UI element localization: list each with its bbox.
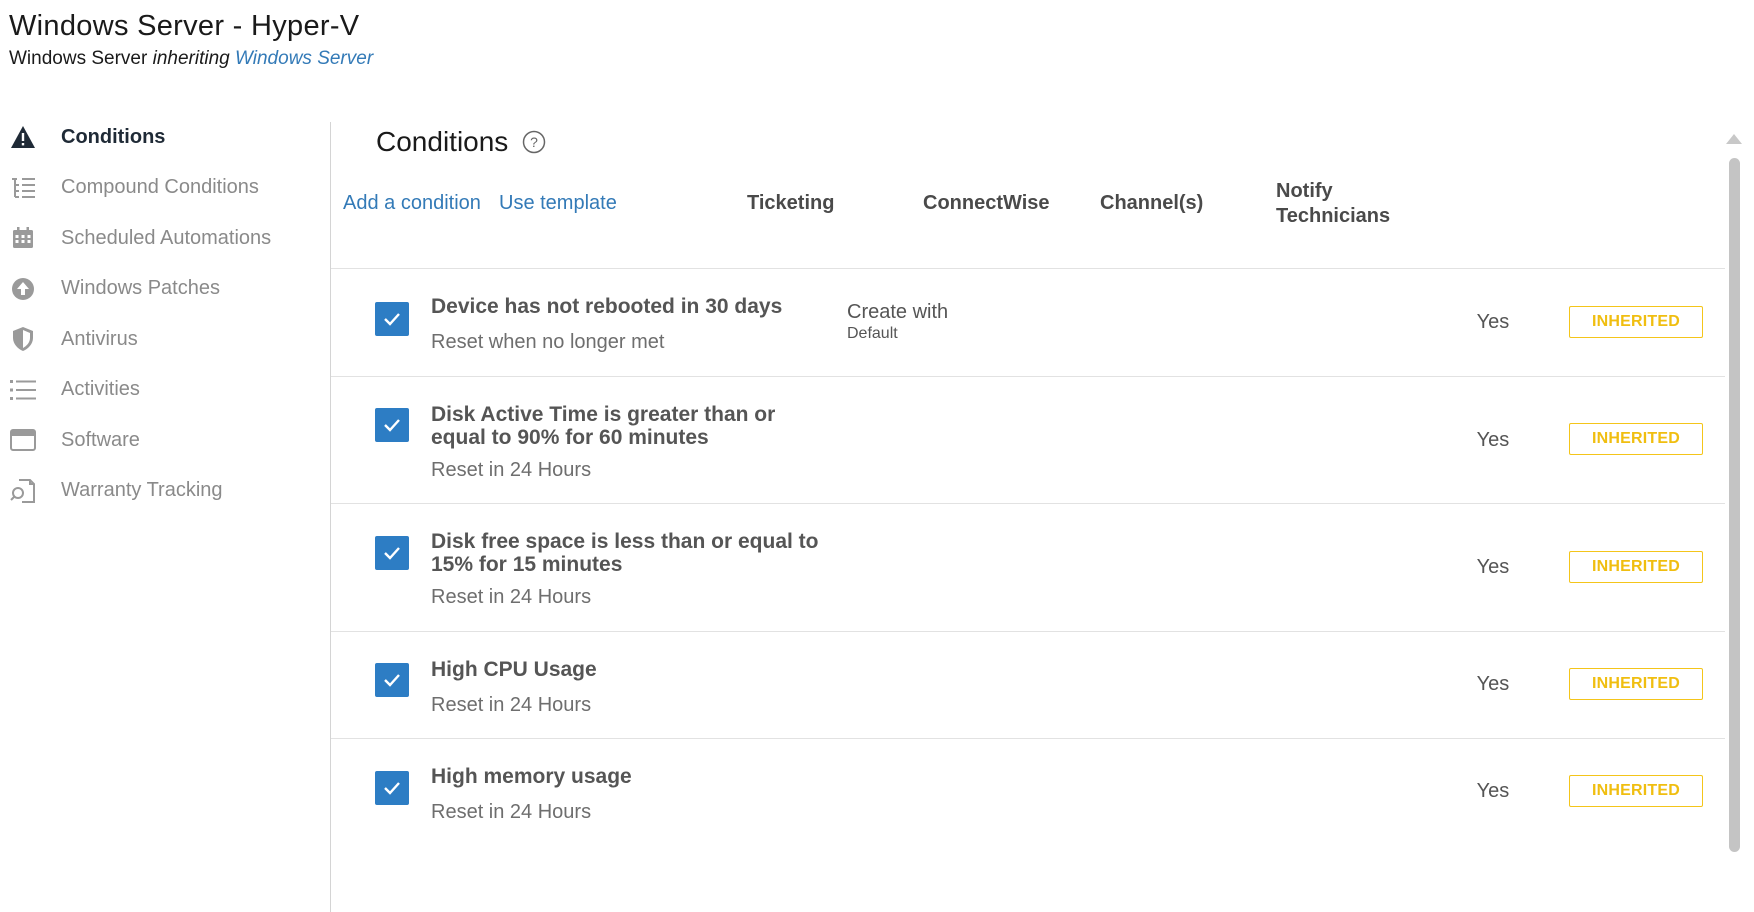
inherited-badge: INHERITED	[1569, 423, 1703, 455]
sidebar-item-antivirus[interactable]: Antivirus	[0, 314, 330, 365]
sidebar-item-label: Antivirus	[61, 327, 138, 350]
check-icon	[384, 419, 400, 432]
section-title: Conditions	[376, 126, 509, 157]
tree-list-icon	[9, 174, 37, 202]
table-header: Add a condition Use template Ticketing C…	[331, 180, 1726, 272]
table-row[interactable]: High CPU Usage Reset in 24 Hours Yes INH…	[331, 631, 1725, 738]
column-notify-technicians: Notify Technicians	[1276, 179, 1390, 229]
list-icon	[9, 376, 37, 404]
parent-policy-link[interactable]: Windows Server	[235, 48, 373, 69]
document-search-icon	[9, 477, 37, 505]
check-icon	[384, 547, 400, 560]
page-title: Windows Server - Hyper-V	[9, 10, 360, 42]
ticketing-sub: Default	[847, 325, 898, 342]
sidebar-item-label: Scheduled Automations	[61, 226, 272, 249]
sidebar-item-label: Compound Conditions	[61, 176, 259, 199]
condition-name[interactable]: Device has not rebooted in 30 days	[431, 295, 821, 318]
notify-value: Yes	[1476, 673, 1510, 695]
shield-icon	[9, 325, 37, 353]
scroll-up-arrow[interactable]	[1726, 134, 1742, 144]
condition-reset: Reset in 24 Hours	[431, 586, 592, 608]
notify-value: Yes	[1476, 780, 1510, 802]
sidebar-item-activities[interactable]: Activities	[0, 365, 330, 416]
condition-reset: Reset in 24 Hours	[431, 459, 592, 481]
condition-reset: Reset in 24 Hours	[431, 694, 592, 716]
sidebar-item-windows-patches[interactable]: Windows Patches	[0, 264, 330, 315]
condition-name[interactable]: Disk free space is less than or equal to…	[431, 530, 821, 576]
page-subtitle: Windows Server inheriting Windows Server	[9, 48, 373, 70]
add-condition-link[interactable]: Add a condition	[343, 192, 481, 215]
subtitle-inheriting: inheriting	[152, 48, 230, 69]
svg-text:?: ?	[530, 134, 538, 150]
ticketing-value: Create with	[847, 301, 949, 323]
table-row[interactable]: Disk Active Time is greater than or equa…	[331, 376, 1725, 503]
column-channels: Channel(s)	[1100, 192, 1204, 214]
use-template-link[interactable]: Use template	[499, 192, 617, 215]
table-row[interactable]: Disk free space is less than or equal to…	[331, 503, 1725, 631]
condition-name[interactable]: High CPU Usage	[431, 658, 821, 681]
notify-value: Yes	[1476, 429, 1510, 451]
column-notify-line2: Technicians	[1276, 205, 1391, 227]
calendar-icon	[9, 224, 37, 252]
condition-reset: Reset when no longer met	[431, 331, 665, 353]
table-row[interactable]: Device has not rebooted in 30 days Reset…	[331, 268, 1725, 376]
sidebar-item-compound-conditions[interactable]: Compound Conditions	[0, 163, 330, 214]
sidebar-item-conditions[interactable]: Conditions	[0, 112, 330, 163]
page-header: Windows Server - Hyper-V Windows Server …	[9, 8, 373, 70]
sidebar-item-label: Activities	[61, 378, 140, 401]
condition-checkbox[interactable]	[375, 771, 409, 805]
column-notify-line1: Notify	[1276, 180, 1333, 202]
conditions-table: Device has not rebooted in 30 days Reset…	[331, 268, 1725, 845]
sidebar-item-label: Conditions	[61, 125, 166, 148]
sidebar-item-label: Windows Patches	[61, 277, 220, 300]
condition-name[interactable]: High memory usage	[431, 765, 821, 788]
section-header: Conditions ?	[376, 126, 546, 158]
check-icon	[384, 782, 400, 795]
condition-name[interactable]: Disk Active Time is greater than or equa…	[431, 403, 821, 449]
sidebar-item-label: Software	[61, 428, 140, 451]
inherited-badge: INHERITED	[1569, 668, 1703, 700]
sidebar-item-software[interactable]: Software	[0, 415, 330, 466]
scrollbar-thumb[interactable]	[1729, 158, 1740, 852]
condition-checkbox[interactable]	[375, 536, 409, 570]
column-connectwise: ConnectWise	[923, 192, 1050, 214]
arrow-up-circle-icon	[9, 275, 37, 303]
check-icon	[384, 313, 400, 326]
sidebar-item-scheduled-automations[interactable]: Scheduled Automations	[0, 213, 330, 264]
condition-checkbox[interactable]	[375, 663, 409, 697]
table-row[interactable]: High memory usage Reset in 24 Hours Yes …	[331, 738, 1725, 845]
condition-reset: Reset in 24 Hours	[431, 801, 592, 823]
inherited-badge: INHERITED	[1569, 551, 1703, 583]
sidebar-nav: Conditions Compound Conditions Scheduled…	[0, 112, 330, 516]
column-ticketing: Ticketing	[747, 192, 835, 214]
condition-checkbox[interactable]	[375, 408, 409, 442]
window-icon	[9, 426, 37, 454]
check-icon	[384, 674, 400, 687]
subtitle-policy: Windows Server	[9, 48, 148, 69]
sidebar-item-warranty-tracking[interactable]: Warranty Tracking	[0, 466, 330, 517]
notify-value: Yes	[1476, 556, 1510, 578]
notify-value: Yes	[1476, 311, 1510, 333]
inherited-badge: INHERITED	[1569, 306, 1703, 338]
sidebar-item-label: Warranty Tracking	[61, 479, 223, 502]
warning-icon	[9, 123, 37, 151]
condition-checkbox[interactable]	[375, 302, 409, 336]
inherited-badge: INHERITED	[1569, 775, 1703, 807]
help-icon[interactable]: ?	[522, 130, 546, 154]
